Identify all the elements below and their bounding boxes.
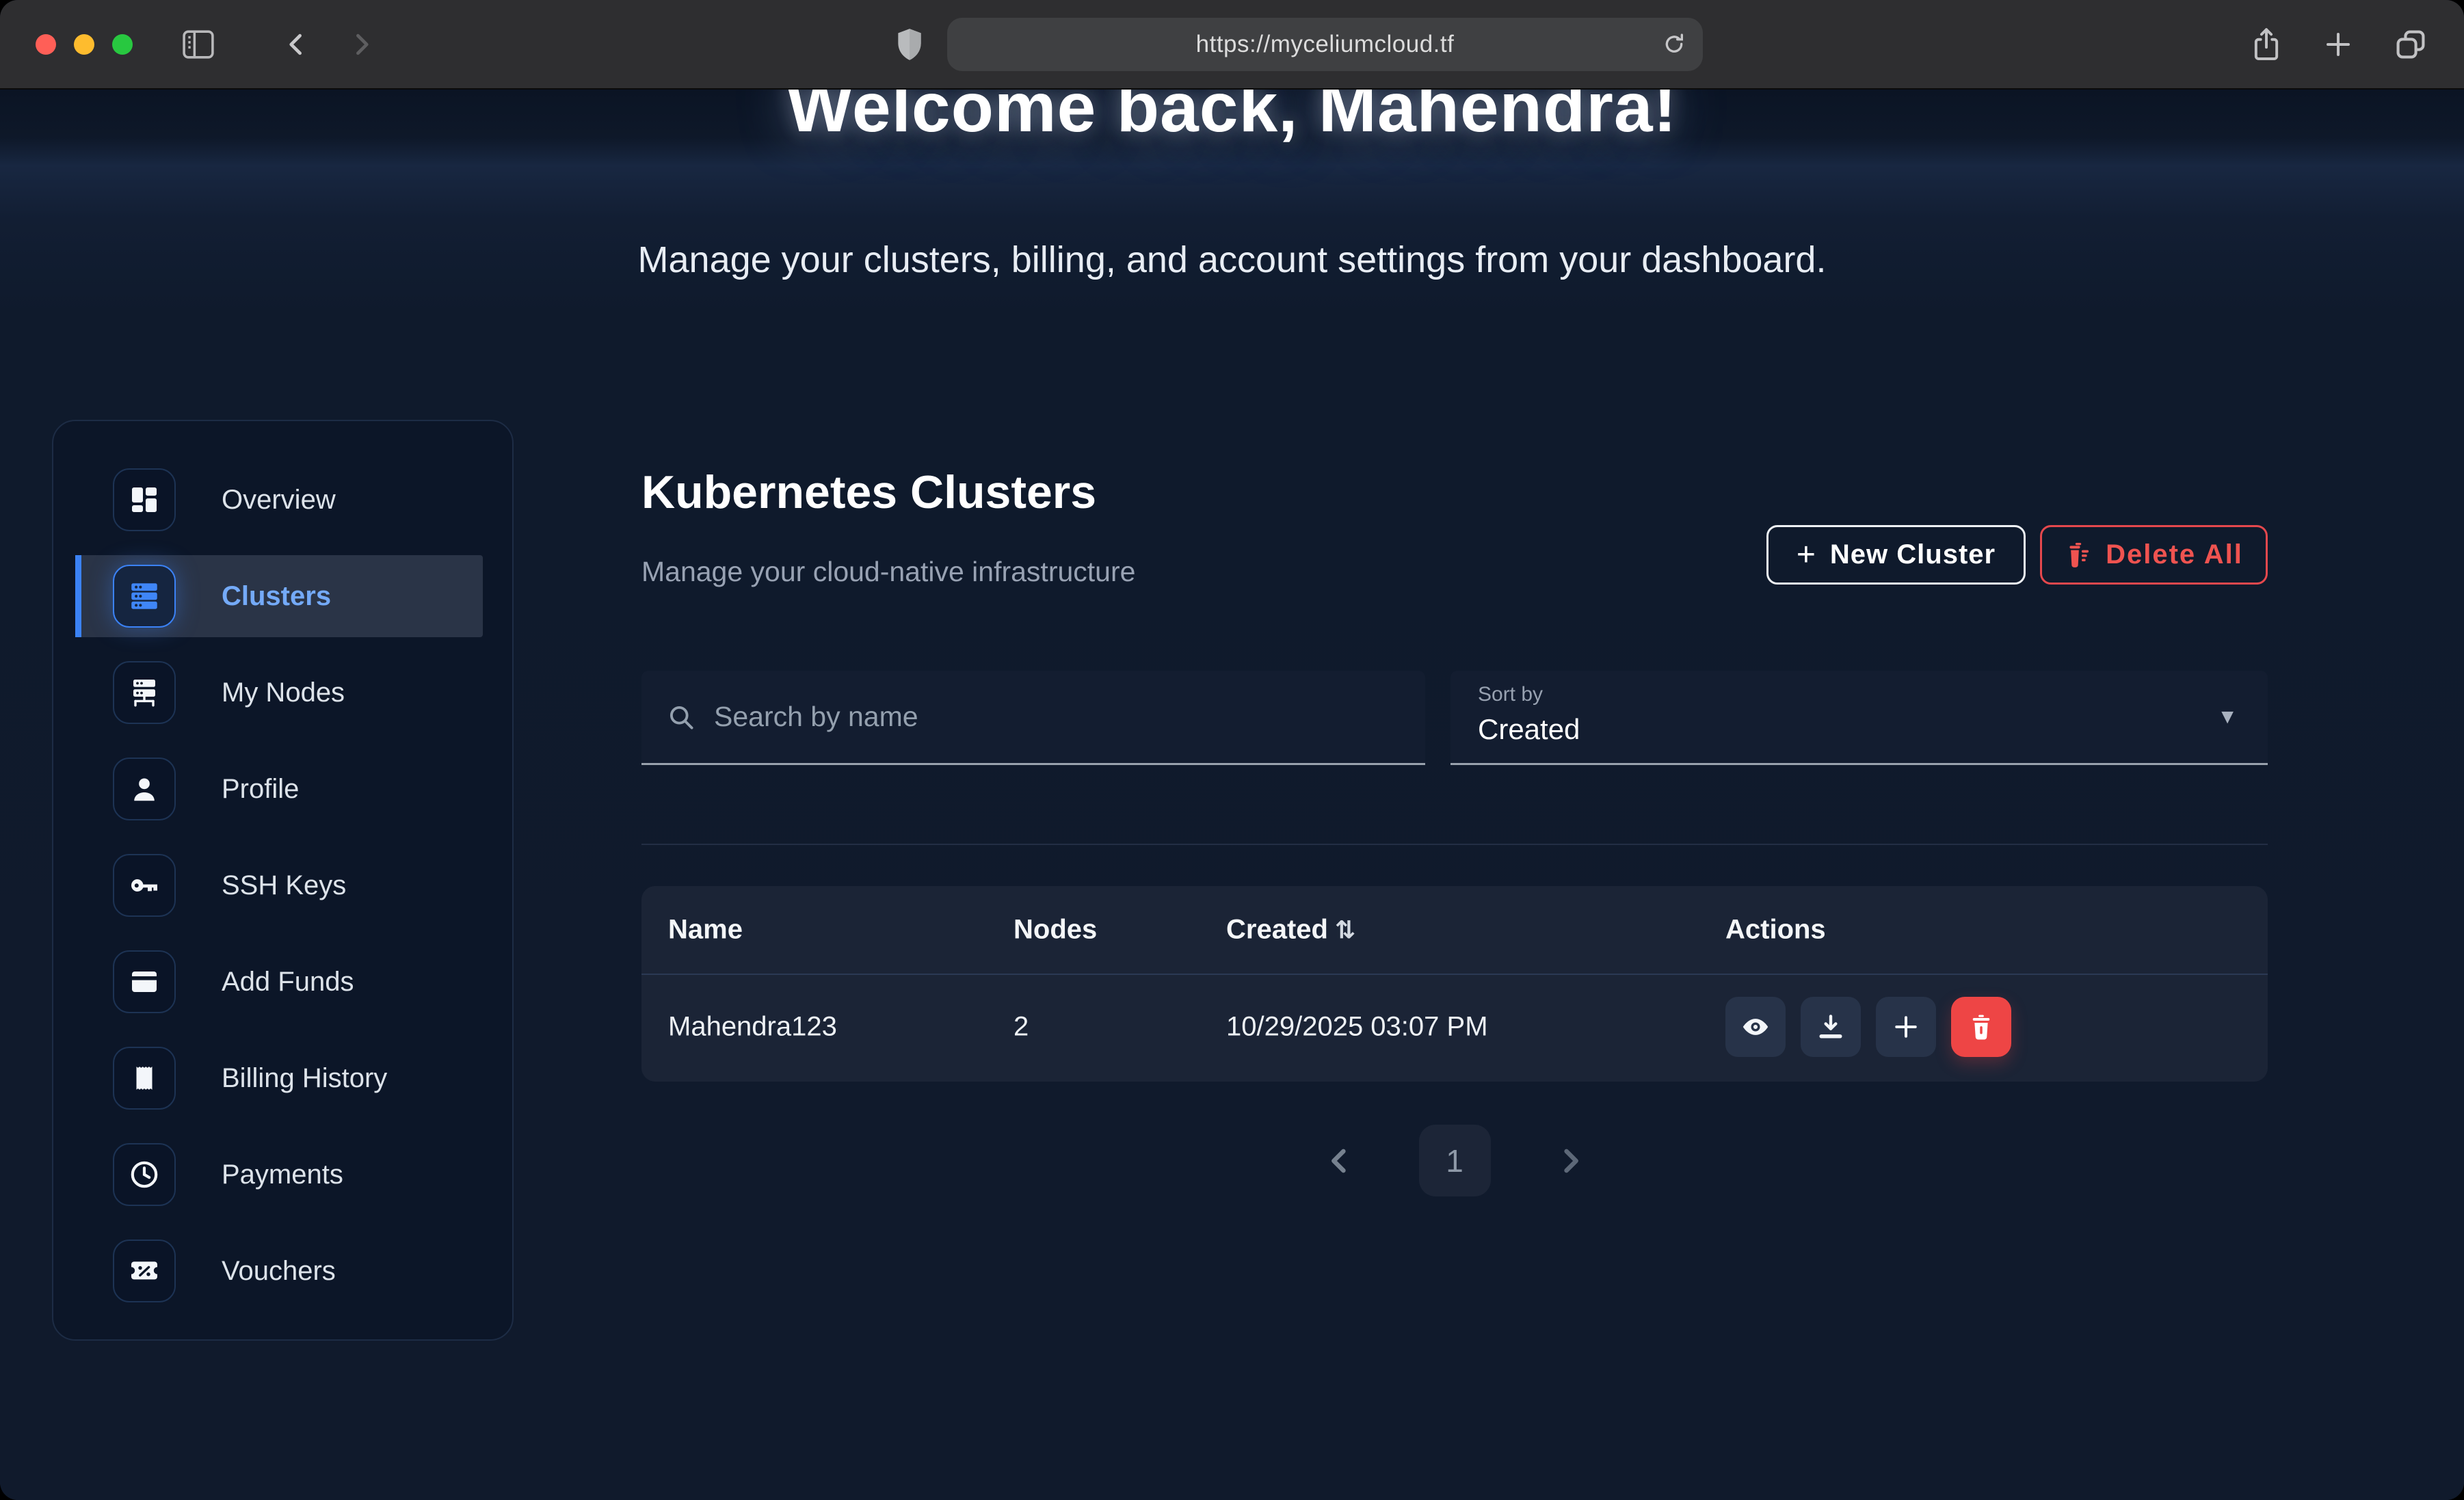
sidebar-item-label: SSH Keys: [222, 870, 346, 901]
search-icon: [666, 702, 696, 732]
key-icon: [113, 854, 176, 917]
privacy-shield-icon[interactable]: [895, 27, 924, 62]
header-created-sortable[interactable]: Created⇅: [1226, 915, 1355, 946]
reload-icon[interactable]: [1660, 31, 1688, 58]
previous-page-icon[interactable]: [1322, 1143, 1357, 1179]
sort-dropdown[interactable]: Sort by Created ▼: [1450, 671, 2268, 765]
row-actions: [1725, 997, 2011, 1057]
sidebar-item-label: Overview: [222, 485, 336, 515]
browser-window: https://myceliumcloud.tf: [0, 0, 2464, 1500]
trash-icon: [2065, 540, 2092, 570]
view-cluster-button[interactable]: [1725, 997, 1786, 1057]
header-created-label: Created: [1226, 915, 1328, 945]
header-actions: Actions: [1725, 915, 1826, 946]
clusters-table: Name Nodes Created⇅ Actions Mahendra123 …: [641, 886, 2268, 1082]
new-cluster-label: New Cluster: [1830, 539, 1996, 570]
header-name: Name: [668, 915, 743, 946]
download-kubeconfig-button[interactable]: [1801, 997, 1861, 1057]
node-rack-icon: [113, 661, 176, 724]
sidebar-nav: Overview Clusters: [52, 420, 514, 1341]
sort-by-label: Sort by: [1478, 683, 2240, 706]
sidebar-item-label: Add Funds: [222, 967, 354, 997]
clusters-main: Kubernetes Clusters Manage your cloud-na…: [641, 90, 2268, 1500]
sidebar-item-profile[interactable]: Profile: [75, 748, 483, 830]
sidebar-item-label: Profile: [222, 774, 299, 805]
tab-overview-icon[interactable]: [2393, 26, 2428, 63]
chevron-down-icon: ▼: [2217, 706, 2238, 729]
share-icon[interactable]: [2249, 26, 2283, 63]
table-header-row: Name Nodes Created⇅ Actions: [641, 886, 2268, 975]
dashboard-icon: [113, 468, 176, 531]
sidebar-item-label: Billing History: [222, 1063, 387, 1094]
add-node-button[interactable]: [1876, 997, 1936, 1057]
servers-icon: [113, 565, 176, 628]
sidebar-item-overview[interactable]: Overview: [75, 459, 483, 541]
sidebar-item-ssh-keys[interactable]: SSH Keys: [75, 844, 483, 926]
url-text: https://myceliumcloud.tf: [1196, 31, 1455, 58]
cell-cluster-name: Mahendra123: [668, 1012, 837, 1043]
browser-titlebar: https://myceliumcloud.tf: [0, 0, 2464, 90]
sidebar-item-add-funds[interactable]: Add Funds: [75, 941, 483, 1023]
back-icon[interactable]: [282, 29, 312, 59]
close-window-button[interactable]: [36, 34, 56, 55]
sidebar-item-billing-history[interactable]: Billing History: [75, 1037, 483, 1119]
header-nodes: Nodes: [1014, 915, 1097, 946]
sidebar-item-clusters[interactable]: Clusters: [75, 555, 483, 637]
traffic-lights: [36, 34, 133, 55]
clock-icon: [113, 1143, 176, 1206]
sidebar-item-my-nodes[interactable]: My Nodes: [75, 652, 483, 734]
sidebar-item-label: Vouchers: [222, 1256, 336, 1287]
sidebar-item-label: My Nodes: [222, 678, 345, 708]
delete-cluster-button[interactable]: [1951, 997, 2011, 1057]
sidebar-item-label: Payments: [222, 1160, 343, 1190]
new-cluster-button[interactable]: + New Cluster: [1766, 525, 2026, 585]
sidebar-toggle-icon[interactable]: [181, 29, 216, 60]
table-row: Mahendra123 2 10/29/2025 03:07 PM: [641, 975, 2268, 1079]
current-page-number[interactable]: 1: [1419, 1125, 1491, 1196]
pagination: 1: [641, 1125, 2268, 1196]
page-title: Kubernetes Clusters: [641, 466, 1096, 519]
sort-arrows-icon: ⇅: [1335, 916, 1355, 944]
trash-icon: [1967, 1011, 1996, 1043]
new-tab-icon[interactable]: [2322, 26, 2355, 63]
address-bar[interactable]: https://myceliumcloud.tf: [947, 18, 1703, 71]
minimize-window-button[interactable]: [74, 34, 94, 55]
eye-icon: [1740, 1011, 1771, 1043]
search-input[interactable]: [714, 701, 1401, 733]
cell-node-count: 2: [1014, 1012, 1029, 1043]
search-box: [641, 671, 1425, 765]
sidebar-item-payments[interactable]: Payments: [75, 1134, 483, 1216]
next-page-icon[interactable]: [1552, 1143, 1588, 1179]
sidebar-item-vouchers[interactable]: Vouchers: [75, 1230, 483, 1312]
delete-all-label: Delete All: [2106, 539, 2243, 570]
receipt-icon: [113, 1047, 176, 1110]
forward-icon[interactable]: [346, 29, 376, 59]
sort-value: Created: [1478, 713, 2240, 746]
content-divider: [641, 844, 2268, 845]
dashboard-page: Welcome back, Mahendra! Manage your clus…: [0, 90, 2464, 1500]
page-subtitle: Manage your cloud-native infrastructure: [641, 556, 1135, 588]
sidebar-item-label: Clusters: [222, 581, 331, 612]
person-icon: [113, 758, 176, 820]
cell-created-date: 10/29/2025 03:07 PM: [1226, 1012, 1488, 1043]
download-icon: [1816, 1012, 1846, 1042]
delete-all-button[interactable]: Delete All: [2040, 525, 2268, 585]
zoom-window-button[interactable]: [112, 34, 133, 55]
card-icon: [113, 950, 176, 1013]
plus-icon: [1891, 1012, 1921, 1042]
ticket-icon: [113, 1240, 176, 1302]
